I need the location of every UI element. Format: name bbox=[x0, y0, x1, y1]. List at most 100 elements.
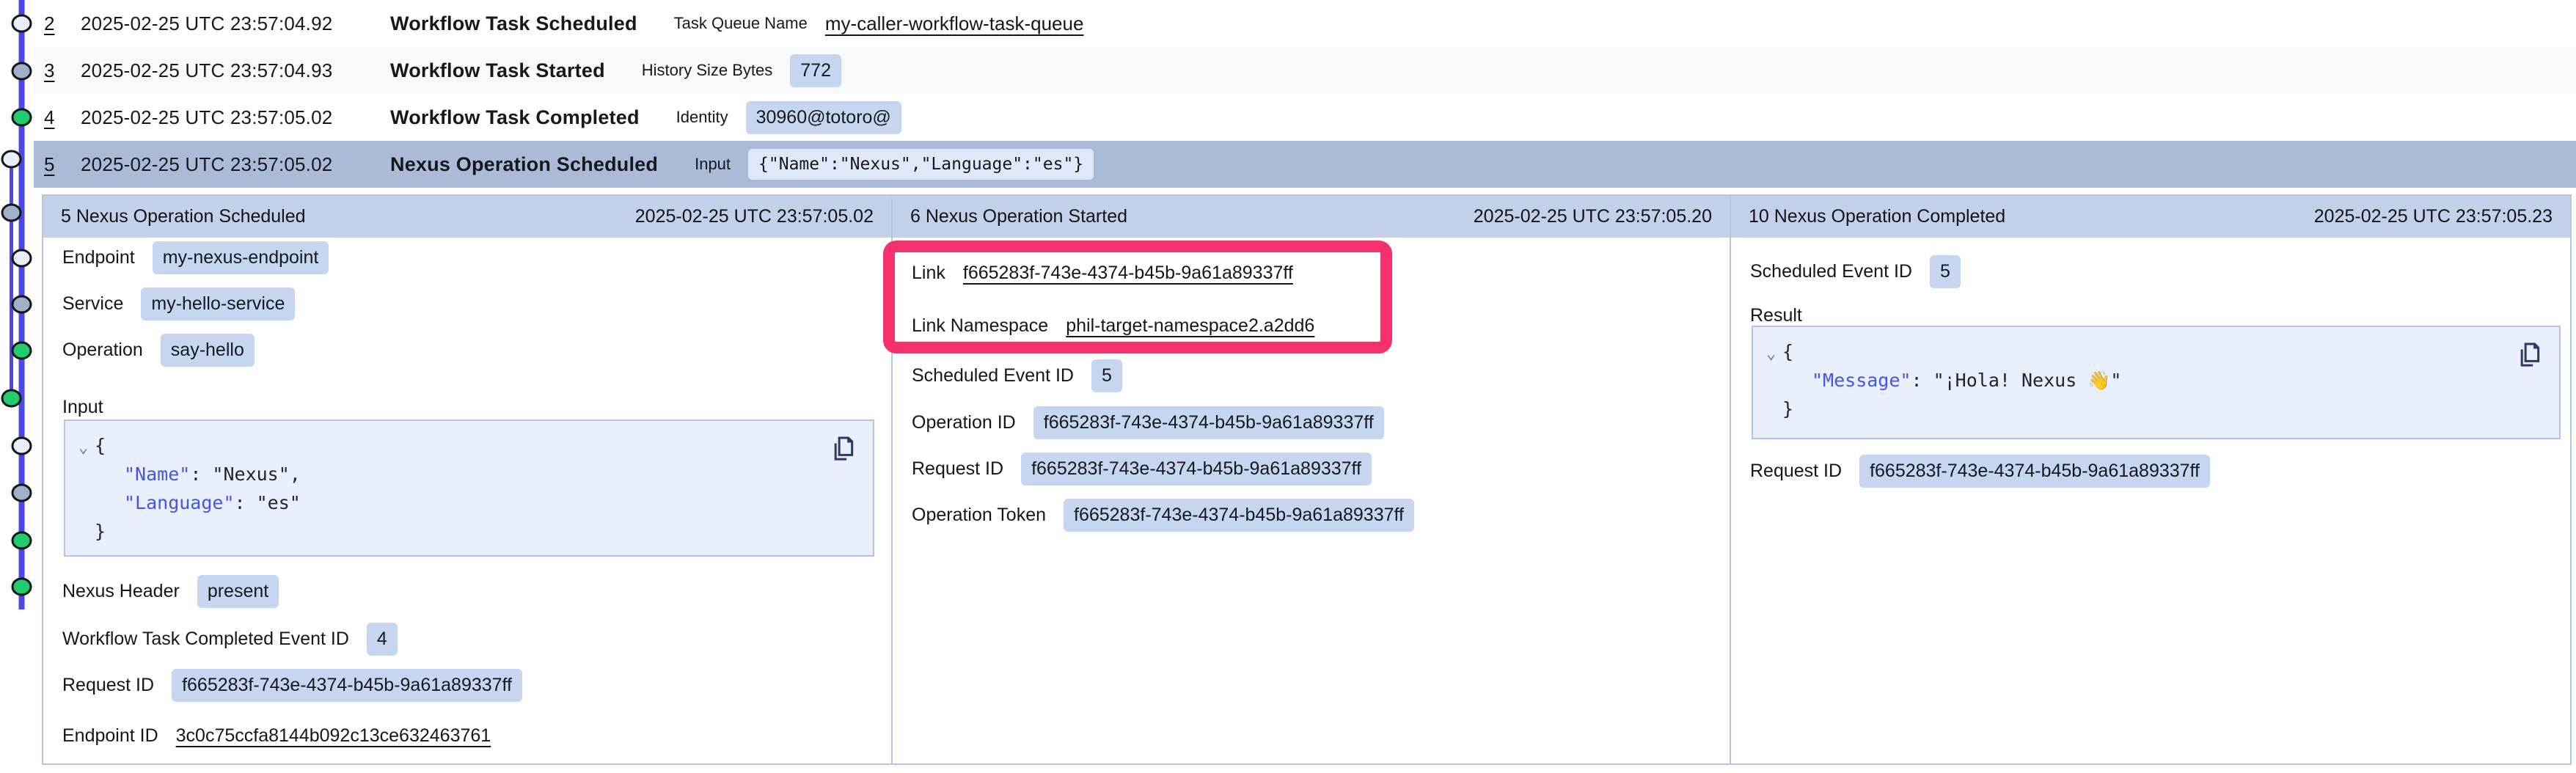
input-json-viewer: ⌄ { "Name": "Nexus", "Language": "es" } bbox=[64, 420, 874, 557]
event-dot-completed bbox=[2, 390, 21, 406]
event-dot-started bbox=[12, 485, 31, 501]
json-value: "¡Hola! Nexus 👋" bbox=[1933, 370, 2122, 391]
json-key: "Language" bbox=[124, 492, 235, 513]
endpoint-id-link[interactable]: 3c0c75ccfa8144b092c13ce632463761 bbox=[176, 725, 491, 747]
field-scheduled-event-id: Scheduled Event ID 5 bbox=[1750, 255, 1961, 287]
field-endpoint: Endpoint my-nexus-endpoint bbox=[62, 241, 329, 274]
input-json-badge: {"Name":"Nexus","Language":"es"} bbox=[748, 149, 1094, 180]
event-attr-label: History Size Bytes bbox=[642, 61, 773, 80]
json-key: "Name" bbox=[124, 464, 190, 485]
event-attr-label: Task Queue Name bbox=[674, 14, 808, 33]
panel-nexus-operation-completed: 10 Nexus Operation Completed 2025-02-25 … bbox=[1731, 196, 2570, 763]
field-input-label: Input bbox=[62, 391, 103, 423]
event-dot-started bbox=[12, 63, 31, 79]
collapse-chevron-icon[interactable]: ⌄ bbox=[78, 433, 88, 462]
history-size-badge: 772 bbox=[790, 54, 841, 87]
field-operation-token: Operation Token f665283f-743e-4374-b45b-… bbox=[912, 499, 1414, 531]
panel-header: 10 Nexus Operation Completed 2025-02-25 … bbox=[1731, 196, 2570, 238]
field-label: Link Namespace bbox=[912, 315, 1048, 337]
event-id-link[interactable]: 3 bbox=[44, 59, 81, 82]
event-id-link[interactable]: 4 bbox=[44, 106, 81, 129]
panel-title: 5 Nexus Operation Scheduled bbox=[61, 206, 306, 227]
operation-token-badge: f665283f-743e-4374-b45b-9a61a89337ff bbox=[1064, 499, 1414, 532]
request-id-badge: f665283f-743e-4374-b45b-9a61a89337ff bbox=[1859, 455, 2210, 488]
field-label: Link bbox=[912, 263, 945, 284]
service-badge: my-hello-service bbox=[141, 287, 295, 320]
panel-nexus-operation-started: 6 Nexus Operation Started 2025-02-25 UTC… bbox=[893, 196, 1731, 763]
field-label: Endpoint ID bbox=[62, 725, 158, 747]
event-id-link[interactable]: 2 bbox=[44, 12, 81, 35]
panel-title: 6 Nexus Operation Started bbox=[910, 206, 1127, 227]
event-dot-completed bbox=[12, 579, 31, 595]
event-dot-completed bbox=[12, 109, 31, 125]
event-id-link[interactable]: 5 bbox=[44, 153, 81, 176]
json-separator: : bbox=[190, 464, 212, 485]
collapse-chevron-icon[interactable]: ⌄ bbox=[1766, 340, 1776, 368]
field-request-id: Request ID f665283f-743e-4374-b45b-9a61a… bbox=[62, 669, 522, 701]
event-timestamp: 2025-02-25 UTC 23:57:04.92 bbox=[81, 12, 390, 35]
field-label: Workflow Task Completed Event ID bbox=[62, 629, 349, 650]
field-label: Operation Token bbox=[912, 505, 1046, 526]
field-label: Request ID bbox=[1750, 461, 1842, 482]
field-nexus-header: Nexus Header present bbox=[62, 575, 279, 607]
event-dot-completed bbox=[12, 342, 31, 359]
field-request-id: Request ID f665283f-743e-4374-b45b-9a61a… bbox=[1750, 455, 2210, 487]
field-label: Operation bbox=[62, 340, 143, 361]
task-queue-link[interactable]: my-caller-workflow-task-queue bbox=[825, 12, 1084, 34]
field-operation-id: Operation ID f665283f-743e-4374-b45b-9a6… bbox=[912, 406, 1384, 439]
json-separator: : bbox=[1911, 370, 1933, 391]
event-dot-completed bbox=[12, 532, 31, 549]
panel-timestamp: 2025-02-25 UTC 23:57:05.02 bbox=[635, 206, 874, 227]
history-row-4[interactable]: 4 2025-02-25 UTC 23:57:05.02 Workflow Ta… bbox=[34, 94, 2576, 141]
event-attr-label: Input bbox=[695, 155, 731, 174]
copy-icon[interactable] bbox=[2515, 340, 2544, 370]
history-row-2[interactable]: 2 2025-02-25 UTC 23:57:04.92 Workflow Ta… bbox=[34, 0, 2576, 47]
workflow-history-view: 2 2025-02-25 UTC 23:57:04.92 Workflow Ta… bbox=[0, 0, 2576, 773]
event-attr-label: Identity bbox=[676, 108, 728, 127]
json-separator: : bbox=[235, 492, 257, 513]
field-link-namespace: Link Namespace phil-target-namespace2.a2… bbox=[912, 309, 1314, 342]
event-name: Workflow Task Scheduled bbox=[390, 12, 637, 35]
field-label: Nexus Header bbox=[62, 581, 180, 602]
event-id-badge: 5 bbox=[1091, 359, 1122, 392]
panel-title: 10 Nexus Operation Completed bbox=[1749, 206, 2005, 227]
request-id-badge: f665283f-743e-4374-b45b-9a61a89337ff bbox=[1021, 453, 1372, 486]
event-timestamp: 2025-02-25 UTC 23:57:05.02 bbox=[81, 106, 390, 129]
history-row-3[interactable]: 3 2025-02-25 UTC 23:57:04.93 Workflow Ta… bbox=[34, 47, 2576, 94]
event-id-badge: 5 bbox=[1930, 255, 1961, 288]
endpoint-badge: my-nexus-endpoint bbox=[153, 241, 329, 274]
panel-timestamp: 2025-02-25 UTC 23:57:05.23 bbox=[2314, 206, 2553, 227]
field-label: Input bbox=[62, 397, 103, 418]
json-value: "es" bbox=[257, 492, 301, 513]
event-dot-started bbox=[12, 296, 31, 312]
result-json-viewer: ⌄ { "Message": "¡Hola! Nexus 👋" } bbox=[1752, 326, 2561, 439]
field-label: Scheduled Event ID bbox=[912, 365, 1074, 386]
event-timestamp: 2025-02-25 UTC 23:57:05.02 bbox=[81, 153, 390, 176]
event-name: Nexus Operation Scheduled bbox=[390, 153, 658, 176]
field-request-id: Request ID f665283f-743e-4374-b45b-9a61a… bbox=[912, 453, 1372, 485]
field-endpoint-id: Endpoint ID 3c0c75ccfa8144b092c13ce63246… bbox=[62, 719, 491, 752]
field-label: Endpoint bbox=[62, 247, 135, 268]
event-dot-scheduled bbox=[12, 250, 31, 266]
event-dot-scheduled bbox=[12, 438, 31, 454]
event-timestamp: 2025-02-25 UTC 23:57:04.93 bbox=[81, 59, 390, 82]
link-namespace-link[interactable]: phil-target-namespace2.a2dd6 bbox=[1066, 315, 1314, 337]
field-label: Request ID bbox=[912, 458, 1003, 480]
json-value: "Nexus", bbox=[212, 464, 300, 485]
operation-badge: say-hello bbox=[161, 334, 255, 367]
operation-id-badge: f665283f-743e-4374-b45b-9a61a89337ff bbox=[1033, 406, 1384, 439]
history-row-5-selected[interactable]: 5 2025-02-25 UTC 23:57:05.02 Nexus Opera… bbox=[34, 141, 2576, 188]
event-name: Workflow Task Completed bbox=[390, 106, 640, 129]
json-close-brace: } bbox=[1782, 398, 1793, 420]
field-label: Scheduled Event ID bbox=[1750, 261, 1912, 282]
field-label: Result bbox=[1750, 305, 1802, 326]
nexus-link[interactable]: f665283f-743e-4374-b45b-9a61a89337ff bbox=[963, 263, 1293, 284]
event-dot-scheduled bbox=[12, 15, 31, 32]
field-wft-completed-event-id: Workflow Task Completed Event ID 4 bbox=[62, 623, 398, 655]
field-label: Service bbox=[62, 293, 123, 315]
field-label: Request ID bbox=[62, 675, 154, 696]
panel-header: 5 Nexus Operation Scheduled 2025-02-25 U… bbox=[43, 196, 891, 238]
json-close-brace: } bbox=[95, 521, 106, 542]
event-group-detail-panel: 5 Nexus Operation Scheduled 2025-02-25 U… bbox=[42, 194, 2572, 765]
copy-icon[interactable] bbox=[829, 434, 858, 464]
